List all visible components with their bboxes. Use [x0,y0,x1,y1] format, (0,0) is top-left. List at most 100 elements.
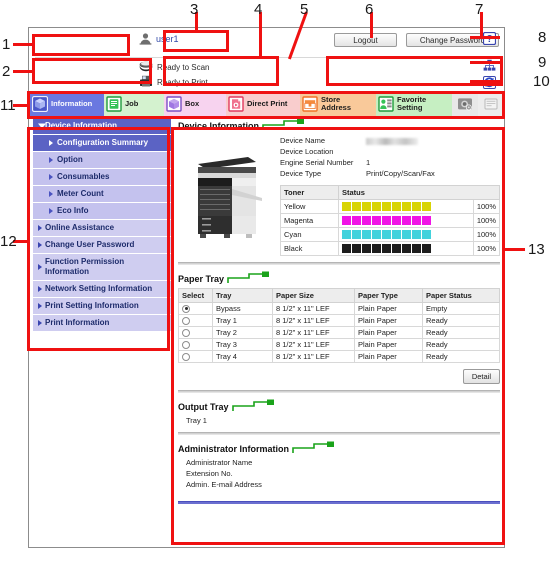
field-label: Device Name [280,136,326,145]
callout-number-11: 11 [0,97,16,114]
section-divider [178,431,500,435]
status-ready-to-print: Ready to Print [139,74,209,92]
table-row: Tray 18 1/2" x 11" LEF Plain Paper Ready [178,313,500,327]
tray-radio-button[interactable] [182,316,190,325]
chevron-right-icon [49,157,53,163]
tab-label-line2: Address [321,102,352,112]
sidebar-item-device-information[interactable]: Device Information [33,118,171,135]
sidebar-item-label: Network Setting Information [45,284,153,293]
section-anchor-flag-icon [292,441,336,454]
callout-number-5: 5 [300,1,309,18]
device-information-heading: Device Information [178,118,500,131]
toner-bar-segment [362,229,371,239]
tray-radio-button[interactable] [182,340,190,349]
sidebar-item-online-assistance[interactable]: Online Assistance [33,220,171,237]
toner-bar-segment [342,243,351,253]
tab-label: Store Address [321,95,352,112]
toner-bar-segment [352,229,361,239]
sidebar-item-meter-count[interactable]: Meter Count [33,186,171,203]
callout-leader-2 [13,70,34,73]
toner-bar-segment [362,243,371,253]
toner-bar-segment [372,243,381,253]
field-device-type: Device Type Print/Copy/Scan/Fax [280,169,500,180]
tray-paper-type: Plain Paper [354,349,423,363]
paper-tray-actions: Detail [178,368,500,384]
printer-icon [139,74,153,92]
information-cube-icon [32,95,48,112]
tray-name: Bypass [212,301,273,315]
screenshot-root: user1 Logout Change Password Ready to Sc… [0,0,560,578]
toner-bar-segment [352,243,361,253]
sidebar-item-option[interactable]: Option [33,152,171,169]
column-header-select: Select [178,287,213,303]
toner-bar-segment [392,243,401,253]
sidebar-item-print-information[interactable]: Print Information [33,315,171,332]
box-icon [166,95,182,112]
tray-paper-status: Ready [422,337,500,351]
tab-box[interactable]: Box [164,91,226,116]
footer-bar [178,500,500,504]
tab-information[interactable]: Information [30,91,104,116]
tray-radio-button[interactable] [182,352,190,361]
device-fields: Device Name Device Location Engine Seria… [280,134,500,256]
field-device-location: Device Location [280,147,500,158]
toner-bar-segment [352,215,361,225]
tab-job[interactable]: Job [104,91,164,116]
sidebar-item-label: Meter Count [57,189,104,198]
sidebar-item-print-setting-information[interactable]: Print Setting Information [33,298,171,315]
callout-leader-9 [470,61,500,64]
toner-percent: 100% [472,240,500,256]
toner-percent: 100% [472,198,500,214]
sidebar-item-network-setting-information[interactable]: Network Setting Information [33,281,171,298]
tray-radio-button[interactable] [182,328,190,337]
detail-button[interactable]: Detail [462,368,500,384]
sidebar-item-eco-info[interactable]: Eco Info [33,203,171,220]
tray-name: Tray 3 [212,337,273,351]
chevron-right-icon [38,225,42,231]
device-information-body: Device Name Device Location Engine Seria… [178,134,500,256]
tray-select-cell[interactable] [178,313,213,327]
tab-direct-print[interactable]: Direct Print [226,91,300,116]
status-ready-to-scan: Ready to Scan [139,61,209,74]
chevron-right-icon [38,242,42,248]
administrator-information-heading: Administrator Information [178,441,500,454]
tray-select-cell[interactable] [178,349,213,363]
sidebar-item-consumables[interactable]: Consumables [33,169,171,186]
callout-leader-8 [470,36,500,39]
column-header-paper-size: Paper Size [272,287,355,303]
tab-camera-settings[interactable] [452,91,478,116]
sidebar-item-configuration-summary[interactable]: Configuration Summary [33,135,171,152]
tray-radio-button[interactable] [182,304,190,313]
tray-select-cell[interactable] [178,337,213,351]
logout-button[interactable]: Logout [334,33,397,47]
tab-store-address[interactable]: Store Address [300,91,376,116]
output-tray-value: Tray 1 [186,415,207,425]
tray-select-cell[interactable] [178,325,213,339]
chevron-right-icon [38,320,42,326]
toner-level-bars [338,198,474,214]
callout-number-8: 8 [538,29,547,46]
tray-paper-status: Ready [422,349,500,363]
tab-label: Box [185,98,200,108]
section-title-text: Output Tray [178,401,229,412]
tab-label: Job [125,98,139,108]
table-row: Bypass 8 1/2" x 11" LEF Plain Paper Empty [178,301,500,315]
field-value: Print/Copy/Scan/Fax [366,168,435,178]
sidebar-item-change-user-password[interactable]: Change User Password [33,237,171,254]
tab-blank-panel[interactable] [478,91,503,116]
toner-bar-segment [402,215,411,225]
chevron-right-icon [38,286,42,292]
toner-bar-segment [412,229,421,239]
tab-label: Direct Print [247,98,288,108]
sidebar-item-function-permission-information[interactable]: Function Permission Information [33,254,171,281]
section-title-text: Device Information [178,121,260,131]
tray-select-cell[interactable] [178,301,213,315]
camera-settings-icon [457,96,473,112]
section-divider [178,261,500,265]
tray-name: Tray 4 [212,349,273,363]
tab-favorite-setting[interactable]: Favorite Setting [376,91,452,116]
sidebar-item-label: Eco Info [57,206,89,215]
callout-number-4: 4 [254,1,263,18]
sidebar-item-label: Configuration Summary [57,138,149,147]
sidebar-item-label: Print Information [45,318,110,327]
